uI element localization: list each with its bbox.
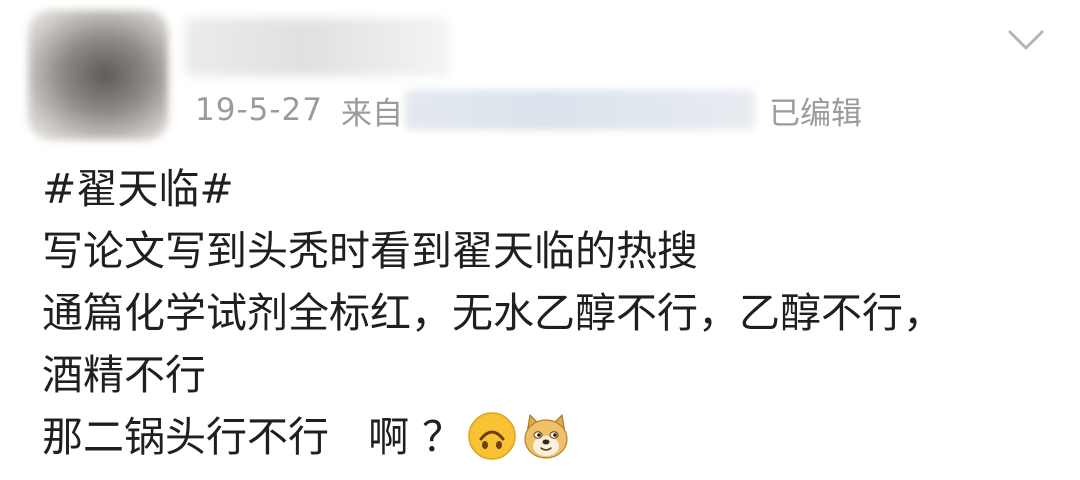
post-line-last: 那二锅头行不行 啊 ？ (42, 406, 1062, 468)
post-date: 19-5-27 (195, 92, 323, 128)
avatar[interactable] (28, 10, 168, 140)
post-line: 通篇化学试剂全标红，无水乙醇不行，乙醇不行， (42, 289, 944, 337)
edited-label: 已编辑 (769, 95, 862, 132)
post-line: 酒精不行 (42, 351, 206, 399)
username-redacted[interactable] (185, 18, 450, 76)
chevron-down-icon[interactable] (1006, 24, 1046, 54)
post-line: 写论文写到头秃时看到翟天临的热搜 (42, 227, 698, 275)
source-prefix: 来自 (341, 95, 403, 132)
post-line: 那二锅头行不行 啊 ？ (42, 413, 464, 461)
source-redacted (405, 90, 755, 130)
post-hashtag[interactable]: #翟天临# (42, 158, 1062, 220)
upside-down-face-icon (468, 412, 516, 460)
post-meta: 19-5-27 来自 已编辑 (195, 88, 862, 132)
post-body: #翟天临# 写论文写到头秃时看到翟天临的热搜 通篇化学试剂全标红，无水乙醇不行，… (42, 158, 1062, 468)
doge-icon (524, 413, 568, 459)
